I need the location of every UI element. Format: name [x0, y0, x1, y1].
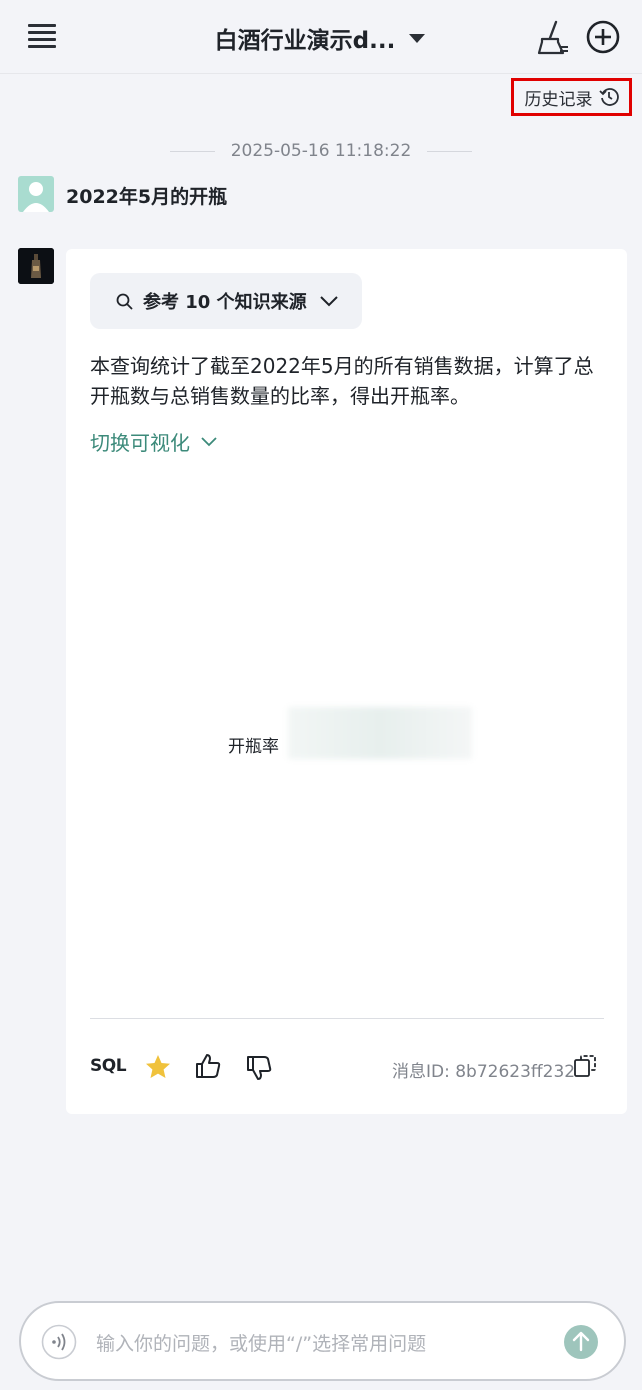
send-button[interactable]	[564, 1325, 598, 1359]
message-id: 消息ID: 8b72623ff232	[392, 1062, 576, 1082]
toggle-visualization-button[interactable]: 切换可视化	[90, 427, 218, 456]
voice-icon[interactable]	[41, 1324, 77, 1360]
answer-text: 本查询统计了截至2022年5月的所有销售数据，计算了总开瓶数与总销售数量的比率，…	[90, 354, 594, 408]
chat-input-bar: 输入你的问题，或使用“/”选择常用问题	[19, 1301, 626, 1381]
chevron-down-icon	[201, 437, 217, 447]
divider	[170, 150, 215, 152]
user-question: 2022年5月的开瓶	[66, 186, 228, 208]
menu-icon[interactable]	[28, 24, 56, 52]
broom-icon[interactable]	[536, 20, 570, 56]
message-timestamp: 2025-05-16 11:18:22	[170, 138, 472, 164]
sql-button[interactable]: SQL	[90, 1056, 127, 1076]
arrow-up-icon	[572, 1331, 590, 1352]
metric-value-redacted	[288, 707, 472, 759]
person-icon	[23, 182, 49, 212]
thumbs-up-icon[interactable]	[194, 1052, 222, 1080]
question-input[interactable]: 输入你的问题，或使用“/”选择常用问题	[96, 1329, 536, 1356]
metric-label: 开瓶率	[228, 737, 279, 757]
chevron-down-icon	[319, 296, 338, 307]
sources-label: 参考 10 个知识来源	[143, 292, 307, 313]
top-bar: 白酒行业演示d...	[0, 0, 642, 74]
thumbs-down-icon[interactable]	[245, 1054, 273, 1082]
answer-card: 参考 10 个知识来源 本查询统计了截至2022年5月的所有销售数据，计算了总开…	[66, 249, 627, 1114]
divider	[427, 150, 472, 152]
history-label: 历史记录	[524, 89, 593, 110]
sources-button[interactable]: 参考 10 个知识来源	[90, 273, 362, 329]
timestamp-text: 2025-05-16 11:18:22	[230, 141, 412, 161]
search-icon	[116, 293, 133, 309]
star-icon[interactable]	[144, 1053, 172, 1081]
conversation-title-dropdown[interactable]: 白酒行业演示d...	[200, 20, 440, 56]
user-avatar	[18, 176, 54, 212]
plus-circle-icon[interactable]	[586, 20, 620, 54]
chevron-down-icon	[409, 33, 426, 43]
conversation-title: 白酒行业演示d...	[214, 28, 396, 54]
bottle-icon	[18, 248, 54, 284]
bot-avatar	[18, 248, 54, 284]
history-clock-icon	[598, 88, 619, 106]
copy-icon[interactable]	[573, 1054, 597, 1078]
toggle-visualization-label: 切换可视化	[90, 431, 190, 455]
card-divider	[90, 1018, 604, 1019]
history-button[interactable]: 历史记录	[511, 78, 632, 116]
